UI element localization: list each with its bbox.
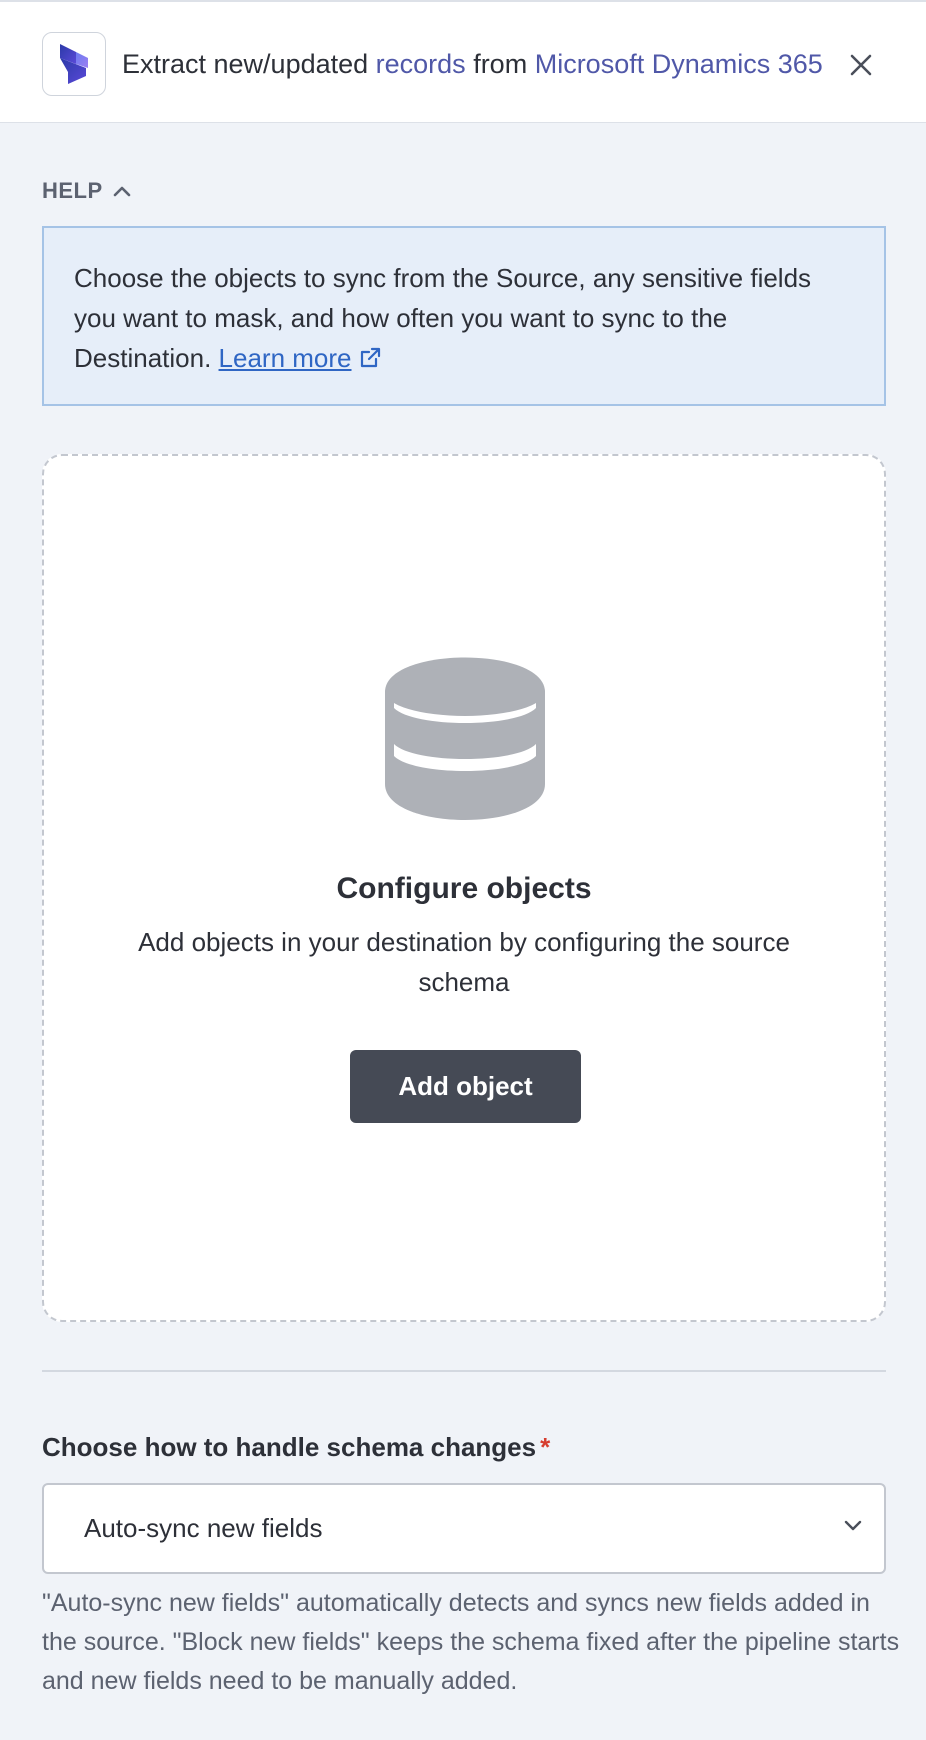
records-link[interactable]: records (376, 49, 466, 79)
source-link[interactable]: Microsoft Dynamics 365 (535, 49, 823, 79)
panel-title: Extract new/updated records from Microso… (122, 46, 823, 82)
help-box: Choose the objects to sync from the Sour… (42, 226, 886, 406)
configure-objects-title: Configure objects (336, 872, 592, 905)
schema-changes-select[interactable]: Auto-sync new fields (42, 1483, 886, 1574)
title-prefix: Extract new/updated (122, 49, 376, 79)
chevron-down-icon (844, 1520, 862, 1531)
schema-label-text: Choose how to handle schema changes (42, 1432, 537, 1462)
help-text: Choose the objects to sync from the Sour… (74, 258, 854, 378)
close-button[interactable] (844, 48, 878, 82)
configure-objects-card: Configure objects Add objects in your de… (42, 454, 886, 1322)
title-mid: from (465, 49, 535, 79)
schema-changes-help: "Auto-sync new fields" automatically det… (42, 1589, 900, 1695)
add-object-button[interactable]: Add object (350, 1050, 581, 1123)
required-marker: * (540, 1432, 551, 1462)
help-label: HELP (42, 178, 103, 203)
help-toggle[interactable]: HELP (42, 178, 131, 204)
schema-changes-label: Choose how to handle schema changes * (42, 1432, 550, 1463)
section-divider (42, 1370, 886, 1372)
learn-more-link[interactable]: Learn more (219, 343, 352, 373)
database-icon (385, 657, 545, 820)
schema-select-value: Auto-sync new fields (84, 1513, 323, 1543)
help-body: Choose the objects to sync from the Sour… (74, 263, 812, 373)
chevron-up-icon (113, 186, 130, 197)
configure-objects-description: Add objects in your destination by confi… (138, 927, 790, 997)
panel-header: Extract new/updated records from Microso… (0, 0, 926, 123)
close-icon (850, 54, 872, 76)
dynamics-365-logo-icon (42, 32, 106, 96)
external-link-icon (360, 347, 380, 368)
